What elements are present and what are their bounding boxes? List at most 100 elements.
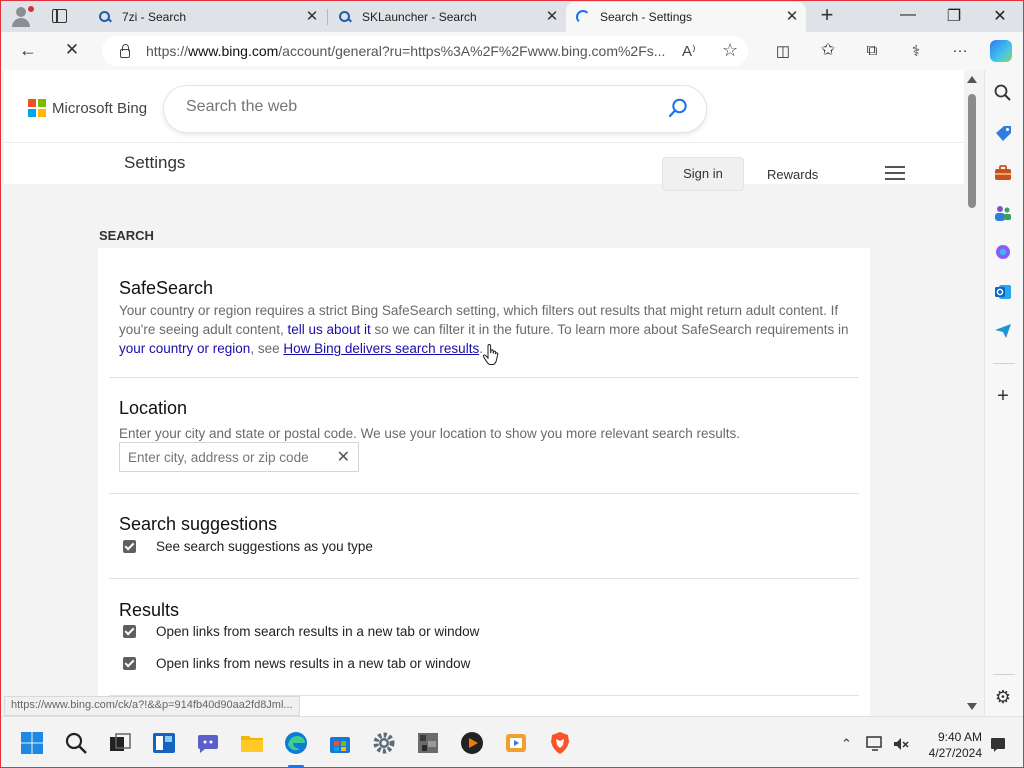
profile-icon[interactable] [8, 4, 34, 28]
loading-spinner-icon [576, 10, 590, 24]
scroll-thumb[interactable] [968, 94, 976, 208]
rewards-link[interactable]: Rewards [767, 167, 818, 182]
tab-sklauncher-search[interactable]: SKLauncher - Search ✕ [328, 4, 566, 30]
sign-in-button[interactable]: Sign in [662, 157, 744, 191]
checkbox-label: Open links from search results in a new … [156, 624, 480, 639]
tab-title: SKLauncher - Search [362, 10, 477, 24]
search-results-new-tab-checkbox[interactable] [123, 625, 136, 638]
section-label: SEARCH [99, 228, 154, 243]
copilot-icon[interactable] [993, 242, 1013, 262]
checkbox-label: Open links from news results in a new ta… [156, 656, 471, 671]
suggestions-section: Search suggestions See search suggestion… [109, 494, 859, 579]
favorites-icon[interactable]: ✩ [817, 40, 839, 60]
edge-sidebar: + ⚙ [984, 70, 1024, 716]
video-editor-icon[interactable] [504, 731, 528, 755]
display-icon[interactable] [866, 736, 884, 752]
split-screen-icon[interactable]: ◫ [772, 42, 794, 60]
search-input[interactable] [186, 98, 646, 116]
location-section: Location Enter your city and state or po… [109, 378, 859, 494]
widgets-icon[interactable] [152, 731, 176, 755]
minecraft-launcher-icon[interactable] [416, 731, 440, 755]
close-tab-icon[interactable]: ✕ [544, 9, 560, 25]
news-results-new-tab-checkbox[interactable] [123, 657, 136, 670]
file-explorer-icon[interactable] [240, 731, 264, 755]
clock-date: 4/27/2024 [928, 746, 982, 760]
results-option-search[interactable]: Open links from search results in a new … [123, 624, 479, 639]
settings-app-icon[interactable] [372, 731, 396, 755]
checkbox-label: See search suggestions as you type [156, 539, 373, 554]
bing-logo[interactable]: Microsoft Bing [28, 99, 147, 117]
how-bing-delivers-link[interactable]: How Bing delivers search results [283, 341, 479, 356]
restore-button[interactable]: ❐ [944, 6, 964, 26]
outlook-icon[interactable] [993, 282, 1013, 302]
vertical-scrollbar[interactable] [964, 70, 980, 716]
lock-icon[interactable] [120, 43, 130, 58]
back-button[interactable]: ← [17, 40, 39, 61]
tab-search-settings[interactable]: Search - Settings ✕ [566, 2, 806, 32]
send-icon[interactable] [993, 321, 1013, 341]
stop-button[interactable]: ✕ [61, 40, 83, 60]
search-favicon-icon [98, 10, 112, 24]
tag-icon[interactable] [993, 124, 1013, 144]
microsoft-store-icon[interactable] [328, 731, 352, 755]
hand-cursor-icon [482, 344, 499, 365]
edge-browser-icon[interactable] [284, 731, 308, 755]
search-box[interactable] [164, 86, 706, 132]
page-title: Settings [124, 153, 186, 172]
tab-7zi-search[interactable]: 7zi - Search ✕ [88, 4, 326, 30]
suggestions-heading: Search suggestions [119, 514, 278, 534]
minimize-button[interactable]: — [898, 6, 918, 24]
status-bar-url: https://www.bing.com/ck/a?!&&p=914fb40d9… [4, 696, 300, 716]
sidebar-settings-icon[interactable]: ⚙ [993, 687, 1013, 707]
browser-essentials-icon[interactable]: ⚕ [905, 42, 927, 60]
url-text[interactable]: https://www.bing.com/account/general?ru=… [146, 43, 666, 59]
search-favicon-icon [338, 10, 352, 24]
show-hidden-icons-icon[interactable]: ⌃ [841, 736, 852, 752]
suggestions-checkbox[interactable] [123, 540, 136, 553]
location-input[interactable] [128, 450, 328, 465]
windows-taskbar: ⌃ 9:40 AM 4/27/2024 [0, 716, 1024, 768]
start-button-icon[interactable] [20, 731, 44, 755]
speaker-muted-icon[interactable] [893, 736, 909, 752]
briefcase-icon[interactable] [993, 163, 1013, 183]
copilot-icon[interactable] [990, 40, 1012, 62]
settings-menu-icon[interactable]: ··· [949, 42, 971, 59]
collections-icon[interactable]: ⧉ [861, 42, 883, 59]
brave-browser-icon[interactable] [548, 731, 572, 755]
new-tab-button[interactable]: + [816, 4, 838, 26]
close-tab-icon[interactable]: ✕ [784, 9, 800, 25]
taskbar-clock[interactable]: 9:40 AM 4/27/2024 [920, 729, 982, 761]
tab-title: Search - Settings [600, 10, 693, 24]
add-icon[interactable]: + [993, 386, 1013, 406]
scroll-up-arrow-icon[interactable] [967, 76, 977, 83]
hamburger-menu-icon[interactable] [885, 166, 905, 180]
address-bar[interactable]: https://www.bing.com/account/general?ru=… [102, 36, 748, 66]
settings-card: SafeSearch Your country or region requir… [98, 248, 870, 716]
close-tab-icon[interactable]: ✕ [304, 9, 320, 25]
teams-chat-icon[interactable] [196, 731, 220, 755]
notifications-icon[interactable] [990, 736, 1006, 752]
favorite-star-icon[interactable]: ☆ [722, 40, 738, 61]
clear-location-icon[interactable]: ✕ [337, 447, 350, 467]
location-field[interactable]: ✕ [119, 442, 359, 472]
location-description: Enter your city and state or postal code… [119, 426, 741, 441]
media-player-icon[interactable] [460, 731, 484, 755]
country-region-link[interactable]: your country or region [119, 341, 250, 356]
close-window-button[interactable]: ✕ [990, 6, 1010, 26]
logo-text: Microsoft Bing [52, 99, 148, 117]
results-option-news[interactable]: Open links from news results in a new ta… [123, 656, 470, 671]
task-view-icon[interactable] [108, 731, 132, 755]
tab-actions-icon[interactable] [52, 9, 67, 23]
safesearch-heading: SafeSearch [119, 278, 214, 298]
people-icon[interactable] [993, 203, 1013, 223]
search-icon[interactable] [993, 83, 1013, 103]
read-aloud-icon[interactable]: A⁾ [682, 42, 696, 60]
web-page: Microsoft Bing Settings Sign in Rewards … [4, 70, 964, 716]
search-icon[interactable] [668, 98, 688, 118]
scroll-down-arrow-icon[interactable] [967, 703, 977, 710]
tell-us-link[interactable]: tell us about it [287, 322, 370, 337]
tab-title: 7zi - Search [122, 10, 187, 24]
tab-strip: 7zi - Search ✕ SKLauncher - Search ✕ Sea… [0, 0, 1024, 32]
taskbar-search-icon[interactable] [64, 731, 88, 755]
suggestions-option[interactable]: See search suggestions as you type [123, 539, 373, 554]
